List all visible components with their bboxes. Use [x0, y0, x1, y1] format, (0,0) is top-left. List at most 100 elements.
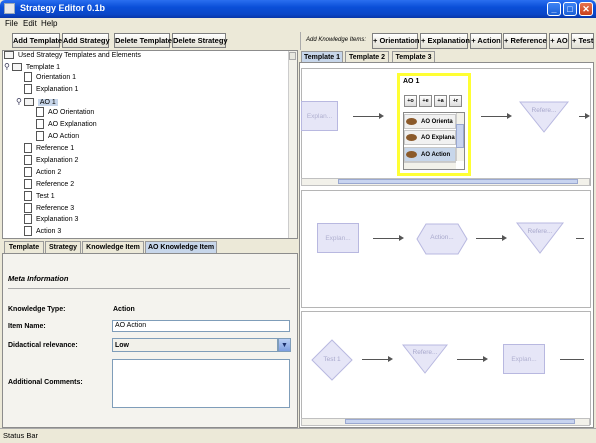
- delete-strategy-button[interactable]: Delete Strategy: [172, 33, 228, 48]
- additional-comments-field[interactable]: [112, 359, 290, 408]
- app-icon: [4, 3, 15, 14]
- menu-edit[interactable]: Edit: [23, 19, 37, 28]
- document-icon: [24, 214, 32, 225]
- add-template-button[interactable]: Add Template: [12, 33, 62, 48]
- tree-item-label: Reference 3: [36, 205, 75, 212]
- ao-add-orientation-button[interactable]: +o: [404, 95, 417, 107]
- bean-icon: [406, 151, 417, 158]
- tree-item[interactable]: Explanation 2: [24, 155, 78, 167]
- arrowhead-icon: [585, 113, 590, 119]
- tree-item-label: Reference 1: [36, 145, 75, 152]
- close-button[interactable]: ✕: [579, 2, 593, 16]
- item-name-label: Item Name:: [8, 323, 46, 330]
- tab-template[interactable]: Template: [4, 241, 44, 253]
- reference-node[interactable]: [516, 222, 564, 254]
- tree-item[interactable]: Orientation 1: [24, 72, 76, 84]
- section-title: Meta Information: [8, 274, 69, 283]
- test-node-label: Test 1: [323, 356, 341, 363]
- arrow: [476, 238, 502, 239]
- tab-strategy[interactable]: Strategy: [45, 241, 81, 253]
- arrowhead-icon: [483, 356, 488, 362]
- document-icon: [24, 143, 32, 154]
- ao-add-action-button[interactable]: +a: [434, 95, 447, 107]
- arrow: [560, 359, 584, 360]
- tree-item-label: Explanation 1: [36, 86, 79, 93]
- document-icon: [24, 203, 32, 214]
- tree-item[interactable]: Reference 2: [24, 179, 74, 191]
- tree-ao-child[interactable]: AO Action: [36, 131, 79, 143]
- add-reference-button[interactable]: + Reference: [503, 33, 547, 49]
- graph3-scroll-thumb[interactable]: [345, 419, 575, 424]
- menu-help[interactable]: Help: [41, 19, 57, 28]
- tree-item[interactable]: Action 2: [24, 167, 61, 179]
- document-icon: [36, 131, 44, 142]
- add-knowledge-items-label: Add Knowledge Items:: [306, 37, 367, 43]
- tree-item[interactable]: Test 1: [24, 191, 55, 203]
- add-ao-button[interactable]: + AO: [549, 33, 569, 49]
- delete-template-button[interactable]: Delete Template: [114, 33, 172, 48]
- arrowhead-icon: [502, 235, 507, 241]
- knowledge-type-value: Action: [113, 306, 135, 313]
- tree-ao-label: AO 1: [37, 99, 58, 106]
- document-icon: [24, 167, 32, 178]
- tab-knowledge-item[interactable]: Knowledge Item: [82, 241, 144, 253]
- tree-item-label: AO Explanation: [48, 121, 97, 128]
- document-icon: [24, 72, 32, 83]
- ao-add-reference-button[interactable]: +r: [449, 95, 462, 107]
- tab-ao-knowledge-item[interactable]: AO Knowledge Item: [145, 241, 217, 253]
- folder-icon: [4, 51, 14, 60]
- menu-file[interactable]: File: [5, 19, 18, 28]
- minimize-button[interactable]: _: [547, 2, 561, 16]
- reference-node[interactable]: [519, 101, 569, 133]
- toolbar-separator: [300, 32, 301, 50]
- tree-ao-child[interactable]: AO Orientation: [36, 107, 94, 119]
- expand-key-icon[interactable]: ⚲: [16, 97, 22, 106]
- tree-item-label: Orientation 1: [36, 74, 77, 81]
- document-icon: [36, 119, 44, 130]
- tree-ao-child[interactable]: AO Explanation: [36, 119, 97, 131]
- tree-template-label: Template 1: [25, 64, 61, 71]
- arrow: [576, 238, 584, 239]
- tree-scroll-up[interactable]: [289, 52, 296, 60]
- knowledge-type-label: Knowledge Type:: [8, 306, 66, 313]
- add-explanation-button[interactable]: + Explanation: [420, 33, 470, 49]
- ao-list-hscrollbar[interactable]: [404, 162, 456, 169]
- tree-item-label: Action 3: [36, 228, 62, 235]
- tree-item[interactable]: Reference 1: [24, 143, 74, 155]
- ao-add-explanation-button[interactable]: +e: [419, 95, 432, 107]
- add-strategy-button[interactable]: Add Strategy: [62, 33, 110, 48]
- expand-key-icon[interactable]: ⚲: [4, 62, 10, 71]
- add-orientation-button[interactable]: + Orientation: [372, 33, 419, 49]
- tree-item[interactable]: Explanation 1: [24, 84, 78, 96]
- arrow: [481, 116, 507, 117]
- reference-node-label: Refere...: [412, 349, 438, 356]
- didactical-relevance-select[interactable]: Low: [112, 338, 278, 352]
- tree-item-label: Action 2: [36, 169, 62, 176]
- section-divider: [8, 288, 290, 289]
- explanation-node[interactable]: Explan...: [317, 223, 359, 253]
- chevron-down-icon[interactable]: ▼: [278, 338, 291, 352]
- tree-scrollbar[interactable]: [288, 51, 297, 238]
- folder-icon: [23, 98, 34, 107]
- action-node-label: Action...: [430, 234, 454, 241]
- window-title: Strategy Editor 0.1b: [20, 3, 106, 13]
- explanation-node[interactable]: Explan...: [503, 344, 545, 374]
- ao-list-scroll-thumb[interactable]: [456, 124, 464, 148]
- add-test-button[interactable]: + Test: [571, 33, 594, 49]
- graph1-scroll-thumb[interactable]: [338, 179, 578, 184]
- tree-item-label: Reference 2: [36, 181, 75, 188]
- status-text: Status Bar: [3, 431, 39, 440]
- add-action-button[interactable]: + Action: [470, 33, 502, 49]
- document-icon: [24, 155, 32, 166]
- didactical-relevance-label: Didactical relevance:: [8, 342, 78, 349]
- item-name-field[interactable]: AO Action: [112, 320, 290, 332]
- tree-item[interactable]: Explanation 3: [24, 214, 78, 226]
- tree-item-label: Explanation 2: [36, 157, 79, 164]
- bean-icon: [406, 118, 417, 125]
- tree-item[interactable]: Action 3: [24, 226, 61, 238]
- explanation-node[interactable]: Explan...: [301, 101, 338, 131]
- document-icon: [24, 191, 32, 202]
- maximize-button[interactable]: □: [563, 2, 577, 16]
- document-icon: [24, 84, 32, 95]
- document-icon: [36, 107, 44, 118]
